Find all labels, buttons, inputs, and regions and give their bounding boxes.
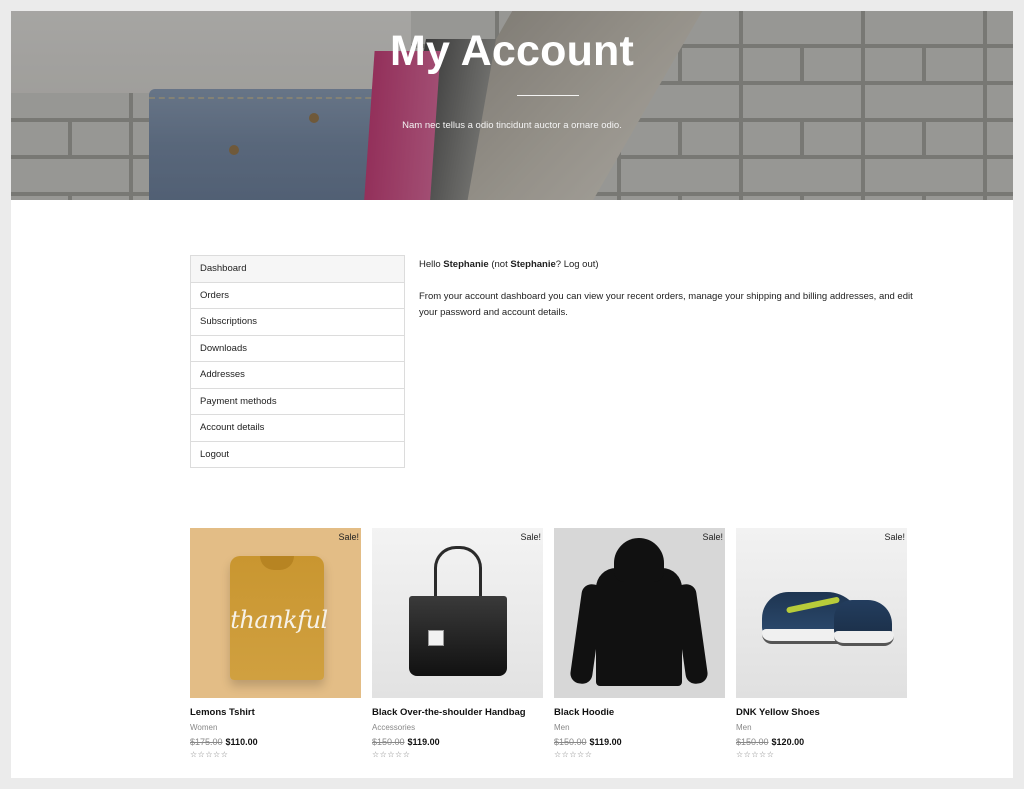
- handbag-tag: [428, 630, 444, 646]
- product-name[interactable]: Black Over-the-shoulder Handbag: [372, 707, 543, 718]
- greeting-text: Hello Stephanie (not Stephanie? Log out): [419, 257, 919, 273]
- old-price: $150.00: [372, 737, 405, 747]
- product-category: Men: [736, 723, 752, 732]
- tshirt-image[interactable]: thankful Sale!: [190, 528, 361, 698]
- tshirt-shape: thankful: [230, 556, 328, 680]
- dashboard-intro: From your account dashboard you can view…: [419, 291, 913, 318]
- product-name[interactable]: Lemons Tshirt: [190, 707, 361, 718]
- account-nav-downloads[interactable]: Downloads: [191, 336, 404, 362]
- sale-badge: Sale!: [702, 532, 723, 542]
- rating-stars: ☆☆☆☆☆: [190, 750, 229, 759]
- product-card: Sale! Black Hoodie Men $150.00 $119.00 ☆☆…: [554, 528, 725, 759]
- product-price: $175.00 $110.00: [190, 737, 361, 747]
- rating-stars: ☆☆☆☆☆: [736, 750, 775, 759]
- sale-price: $120.00: [771, 737, 805, 747]
- page-frame: My Account Nam nec tellus a odio tincidu…: [11, 11, 1013, 778]
- account-nav-subscriptions[interactable]: Subscriptions: [191, 309, 404, 336]
- old-price: $150.00: [554, 737, 587, 747]
- hoodie-image[interactable]: Sale!: [554, 528, 725, 698]
- logout-link[interactable]: ? Log out): [556, 259, 599, 270]
- account-nav-payment-methods[interactable]: Payment methods: [191, 389, 404, 415]
- rating-stars: ☆☆☆☆☆: [554, 750, 593, 759]
- old-price: $150.00: [736, 737, 769, 747]
- product-grid: thankful Sale! Lemons Tshirt Women $175.…: [190, 528, 907, 768]
- not-user-name: Stephanie: [510, 259, 556, 270]
- product-price: $150.00 $119.00: [554, 737, 725, 747]
- account-nav-dashboard[interactable]: Dashboard: [191, 256, 404, 283]
- product-card: thankful Sale! Lemons Tshirt Women $175.…: [190, 528, 361, 759]
- product-category: Women: [190, 723, 218, 732]
- sale-badge: Sale!: [884, 532, 905, 542]
- product-category: Accessories: [372, 723, 416, 732]
- product-price: $150.00 $119.00: [372, 737, 543, 747]
- shoe-shape: [834, 600, 894, 646]
- product-card: Sale! DNK Yellow Shoes Men $150.00 $120.0…: [736, 528, 907, 759]
- sale-price: $119.00: [589, 737, 622, 747]
- old-price: $175.00: [190, 737, 223, 747]
- page-title: My Account: [389, 27, 635, 75]
- user-name: Stephanie: [443, 259, 489, 270]
- page-subtitle: Nam nec tellus a odio tincidunt auctor a…: [402, 120, 622, 131]
- not-user-prefix: (not: [488, 259, 511, 270]
- product-price: $150.00 $120.00: [736, 737, 907, 747]
- greeting-prefix: Hello: [419, 259, 444, 270]
- shoes-image[interactable]: Sale!: [736, 528, 907, 698]
- sale-badge: Sale!: [338, 532, 359, 542]
- product-category: Men: [554, 723, 570, 732]
- account-nav-orders[interactable]: Orders: [191, 283, 404, 309]
- dashboard-content: Hello Stephanie (not Stephanie? Log out)…: [419, 256, 919, 321]
- shoe-sole: [834, 631, 894, 646]
- rating-stars: ☆☆☆☆☆: [372, 750, 411, 759]
- product-card: Sale! Black Over-the-shoulder Handbag Ac…: [372, 528, 543, 759]
- sale-badge: Sale!: [520, 532, 541, 542]
- title-divider: [517, 95, 579, 96]
- handbag-image[interactable]: Sale!: [372, 528, 543, 698]
- sale-price: $110.00: [225, 737, 258, 747]
- tshirt-collar: [260, 556, 294, 570]
- account-navigation: Dashboard Orders Subscriptions Downloads…: [190, 255, 405, 468]
- account-nav-account-details[interactable]: Account details: [191, 415, 404, 442]
- account-nav-addresses[interactable]: Addresses: [191, 362, 404, 389]
- hero-banner: My Account Nam nec tellus a odio tincidu…: [11, 11, 1013, 200]
- hoodie-body: [596, 568, 682, 686]
- account-nav-logout[interactable]: Logout: [191, 442, 404, 468]
- product-name[interactable]: Black Hoodie: [554, 707, 725, 718]
- hoodie-hood: [614, 538, 664, 582]
- sale-price: $119.00: [407, 737, 440, 747]
- shoe-stripe: [785, 596, 841, 614]
- tshirt-print-text: thankful: [230, 606, 328, 634]
- handbag-body: [409, 596, 507, 676]
- product-name[interactable]: DNK Yellow Shoes: [736, 707, 907, 718]
